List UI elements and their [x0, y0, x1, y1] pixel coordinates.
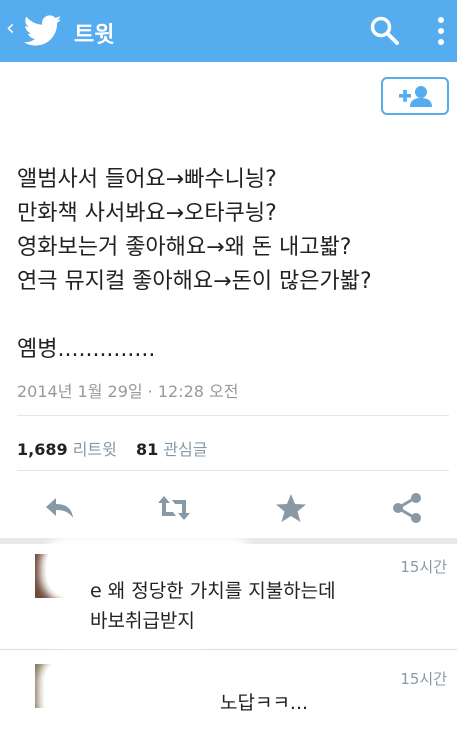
reply-text: e 왜 정당한 가치를 지불하는데 바보취급받지 — [90, 580, 336, 632]
page-title: 트윗 — [74, 23, 115, 48]
reply-text: 노답ㅋㅋ... — [220, 692, 309, 714]
divider — [17, 470, 449, 471]
tweet-text: 앨범사서 들어요→빠수니닁? 만화책 사서봐요→오타쿠닁? 영화보는거 좋아해요… — [17, 167, 372, 362]
vertical-dots-icon[interactable] — [436, 15, 446, 47]
back-chevron-icon[interactable]: ‹ — [6, 18, 15, 40]
divider — [17, 415, 449, 416]
favorite-label[interactable]: 관심글 — [163, 440, 207, 459]
favorite-count[interactable]: 81 — [136, 440, 158, 459]
reply-item[interactable]: 15시간 노답ㅋㅋ... — [0, 652, 457, 747]
retweet-icon[interactable] — [156, 490, 192, 526]
tweet-actions — [0, 490, 457, 526]
tweet-timestamp: 2014년 1월 29일 · 12:28 오전 — [17, 382, 239, 401]
reply-icon[interactable] — [42, 490, 78, 526]
add-user-icon — [399, 86, 432, 107]
redaction-blur — [44, 658, 214, 726]
share-icon[interactable] — [389, 490, 425, 526]
tweet-stats: 1,689 리트윗 81 관심글 — [17, 436, 222, 460]
twitter-bird-icon[interactable] — [24, 14, 62, 48]
top-app-bar: ‹ 트윗 — [0, 0, 457, 62]
reply-time: 15시간 — [400, 670, 447, 688]
divider — [0, 649, 457, 650]
favorite-star-icon[interactable] — [273, 490, 309, 526]
retweet-count[interactable]: 1,689 — [17, 440, 68, 459]
reply-item[interactable]: 15시간 e 왜 정당한 가치를 지불하는데 바보취급받지 — [0, 542, 457, 648]
retweet-label[interactable]: 리트윗 — [73, 440, 117, 459]
search-icon[interactable] — [369, 15, 401, 47]
reply-time: 15시간 — [400, 558, 447, 576]
follow-button[interactable] — [381, 77, 449, 115]
